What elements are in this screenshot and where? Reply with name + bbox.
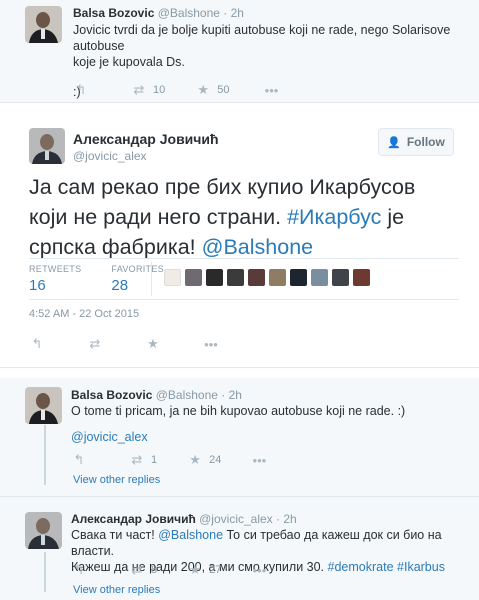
divider — [29, 258, 459, 259]
tweet-time[interactable]: · 2h — [223, 6, 244, 20]
reply-button[interactable]: ↰ — [71, 562, 87, 578]
more-button[interactable]: ••• — [251, 563, 267, 578]
favorite-star-icon: ★ — [189, 452, 201, 467]
reply-button[interactable]: ↰ — [29, 336, 45, 352]
favorites-count: 28 — [111, 277, 129, 294]
author-name[interactable]: Александар Јовичић — [71, 512, 196, 526]
retweets-label: RETWEETS — [29, 264, 82, 274]
hashtag-link[interactable]: #demokrate — [328, 560, 394, 574]
favoriter-avatar[interactable] — [290, 269, 307, 286]
reply-icon: ↰ — [75, 82, 87, 97]
favoriter-avatar[interactable] — [311, 269, 328, 286]
author-handle[interactable]: @jovicic_alex — [73, 149, 219, 163]
favorite-count: 24 — [209, 454, 222, 466]
favoriters-avatars — [164, 269, 374, 286]
reply-icon: ↰ — [73, 452, 85, 467]
more-button[interactable]: ••• — [251, 453, 267, 468]
retweets-stat[interactable]: RETWEETS 16 — [29, 264, 81, 294]
favorite-star-icon: ★ — [147, 336, 159, 351]
tweet-text-line: Ја сам рекао пре бих купио Икарбусов — [29, 175, 416, 199]
mention-link[interactable]: @jovicic_alex — [71, 429, 148, 445]
retweet-button[interactable]: ⇄ 8 — [129, 562, 158, 578]
retweets-count: 16 — [29, 277, 46, 294]
retweet-icon: ⇄ — [89, 336, 101, 351]
favoriter-avatar[interactable] — [206, 269, 223, 286]
author-handle[interactable]: @Balshone — [156, 388, 218, 402]
follow-button[interactable]: 👤 Follow — [378, 128, 454, 156]
more-icon: ••• — [204, 336, 218, 352]
tweet-text-line: koje je kupovala Ds. — [73, 55, 185, 69]
favorites-label: FAVORITES — [111, 264, 164, 274]
hashtag-link[interactable]: #Икарбус — [287, 205, 381, 229]
favoriter-avatar[interactable] — [248, 269, 265, 286]
favorite-count: 27 — [209, 564, 222, 576]
follow-label: Follow — [406, 135, 445, 149]
favorite-count: 50 — [217, 84, 230, 96]
author-handle[interactable]: @jovicic_alex — [199, 512, 273, 526]
divider — [0, 496, 479, 497]
favoriter-avatar[interactable] — [332, 269, 349, 286]
author-name[interactable]: Balsa Bozovic — [71, 388, 152, 402]
tweet-text-fragment: је — [381, 205, 405, 229]
retweet-count: 10 — [153, 84, 166, 96]
more-icon: ••• — [252, 452, 267, 468]
favorite-star-icon: ★ — [189, 562, 201, 577]
author-handle[interactable]: @Balshone — [158, 6, 220, 20]
divider — [29, 299, 459, 300]
retweet-icon: ⇄ — [131, 562, 143, 577]
reply-button[interactable]: ↰ — [73, 82, 89, 98]
avatar[interactable] — [25, 387, 62, 424]
avatar[interactable] — [29, 128, 65, 164]
more-icon: ••• — [252, 562, 267, 578]
retweet-icon: ⇄ — [133, 82, 145, 97]
retweet-count: 8 — [151, 564, 158, 576]
retweet-button[interactable]: ⇄ 10 — [131, 82, 166, 98]
view-other-replies-link[interactable]: View other replies — [73, 584, 160, 596]
more-button[interactable]: ••• — [203, 337, 219, 352]
favorite-button[interactable]: ★ 24 — [187, 452, 221, 468]
view-other-replies-link[interactable]: View other replies — [73, 474, 160, 486]
author-name[interactable]: Balsa Bozovic — [73, 6, 154, 20]
favoriter-avatar[interactable] — [227, 269, 244, 286]
follow-person-icon: 👤 — [387, 136, 401, 149]
favoriter-avatar[interactable] — [269, 269, 286, 286]
favorite-star-icon: ★ — [197, 82, 210, 97]
mention-link[interactable]: @Balshone — [202, 235, 313, 259]
favorite-button[interactable]: ★ — [145, 336, 161, 352]
tweet-time[interactable]: · 2h — [221, 388, 242, 402]
tweet-time[interactable]: · 2h — [276, 512, 297, 526]
tweet-text-fragment: српска фабрика! — [29, 235, 202, 259]
favoriter-avatar[interactable] — [353, 269, 370, 286]
hashtag-link[interactable]: #Ikarbus — [397, 560, 445, 574]
favorite-button[interactable]: ★ 50 — [195, 82, 229, 98]
favorite-button[interactable]: ★ 27 — [187, 562, 221, 578]
tweet-text: Ја сам рекао пре бих купио Икарбусов кој… — [29, 172, 459, 262]
favorites-stat[interactable]: FAVORITES 28 — [111, 264, 164, 294]
more-icon: ••• — [264, 82, 279, 98]
avatar[interactable] — [25, 512, 62, 549]
favoriter-avatar[interactable] — [164, 269, 181, 286]
tweet-text-line: Jovicic tvrdi da je bolje kupiti autobus… — [73, 23, 451, 53]
divider — [151, 262, 152, 296]
tweet-text-fragment: који не ради него страни. — [29, 205, 288, 229]
author-name[interactable]: Александар Јовичић — [73, 131, 219, 147]
reply-icon: ↰ — [31, 336, 43, 351]
retweet-button[interactable]: ⇄ — [87, 336, 103, 352]
retweet-icon: ⇄ — [131, 452, 143, 467]
avatar[interactable] — [25, 6, 62, 43]
favoriter-avatar[interactable] — [185, 269, 202, 286]
more-button[interactable]: ••• — [264, 83, 280, 98]
reply-icon: ↰ — [73, 562, 85, 577]
tweet-text: O tome ti pricam, ja ne bih kupovao auto… — [71, 404, 406, 418]
thread-line — [44, 552, 46, 592]
reply-button[interactable]: ↰ — [71, 452, 87, 468]
thread-line — [44, 425, 46, 485]
previous-tweet[interactable]: Balsa Bozovic @Balshone · 2h Jovicic tvr… — [0, 0, 479, 103]
mention-link[interactable]: @Balshone — [158, 528, 223, 542]
retweet-count: 1 — [151, 454, 158, 466]
tweet-date[interactable]: 4:52 AM - 22 Oct 2015 — [29, 308, 139, 320]
retweet-button[interactable]: ⇄ 1 — [129, 452, 158, 468]
tweet-text-fragment: Свака ти част! — [71, 528, 159, 542]
